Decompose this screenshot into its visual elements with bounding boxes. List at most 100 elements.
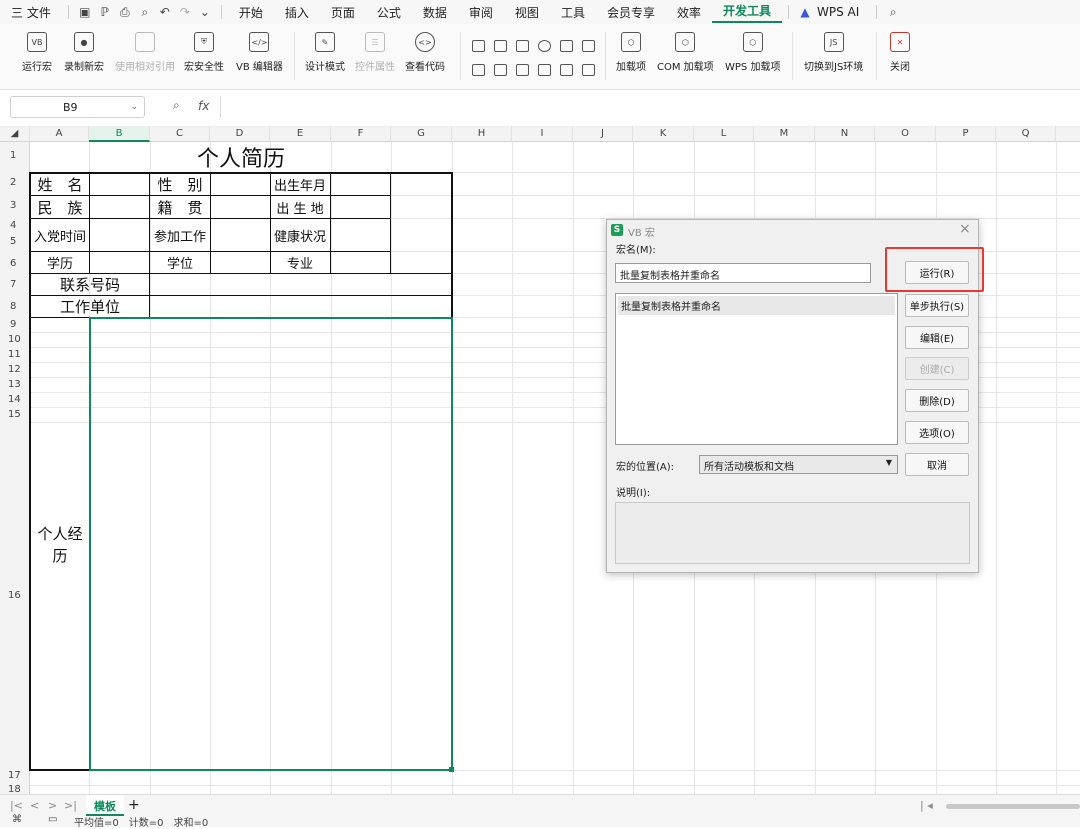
- row-header[interactable]: 17: [0, 770, 30, 781]
- column-header[interactable]: H: [452, 126, 512, 142]
- cell-degree[interactable]: 学位: [150, 252, 210, 273]
- location-select[interactable]: 所有活动模板和文档 ▼: [699, 455, 898, 474]
- cell-native[interactable]: 籍 贯: [150, 196, 210, 218]
- create-button[interactable]: 创建(C): [905, 357, 969, 380]
- row-header[interactable]: 13: [0, 379, 30, 390]
- row-header[interactable]: 2: [0, 177, 30, 188]
- options-button[interactable]: 选项(O): [905, 421, 969, 444]
- wps-addins-button[interactable]: ⬡ WPS 加载项: [725, 32, 780, 73]
- resume-title[interactable]: 个人简历: [30, 142, 452, 172]
- tab-tools[interactable]: 工具: [550, 4, 596, 21]
- view-icon[interactable]: ▭: [48, 814, 57, 825]
- chart-control-icon[interactable]: [560, 64, 573, 76]
- chevron-down-icon[interactable]: ⌄: [197, 5, 213, 19]
- tab-data[interactable]: 数据: [412, 4, 458, 21]
- chevron-down-icon[interactable]: ⌄: [130, 102, 138, 112]
- column-header[interactable]: F: [331, 126, 391, 142]
- first-sheet-icon[interactable]: |<: [10, 799, 23, 812]
- column-header[interactable]: B: [89, 126, 150, 142]
- list-control-icon[interactable]: [560, 40, 573, 52]
- tab-home[interactable]: 开始: [228, 4, 274, 21]
- undo-icon[interactable]: ↶: [157, 5, 173, 19]
- cell-edu[interactable]: 学历: [31, 252, 89, 273]
- name-box[interactable]: B9 ⌄: [10, 96, 145, 118]
- scroll-control-icon[interactable]: [516, 64, 529, 76]
- list-item[interactable]: 批量复制表格并重命名: [618, 296, 895, 315]
- cell-birthplace[interactable]: 出 生 地: [270, 196, 330, 218]
- text-control-icon[interactable]: [538, 64, 551, 76]
- select-all-corner[interactable]: ◢: [0, 126, 30, 142]
- print-preview-icon[interactable]: ⌕: [137, 5, 153, 20]
- cell-experience-label[interactable]: 个人经: [31, 522, 89, 544]
- prev-sheet-icon[interactable]: <: [30, 799, 39, 812]
- tab-review[interactable]: 审阅: [458, 4, 504, 21]
- tab-page[interactable]: 页面: [320, 4, 366, 21]
- selection-range[interactable]: [89, 317, 453, 771]
- button-control-icon[interactable]: [582, 64, 595, 76]
- horizontal-scrollbar[interactable]: [946, 804, 1080, 809]
- cell-work-start[interactable]: 参加工作: [150, 219, 210, 251]
- relative-ref-button[interactable]: 使用相对引用: [115, 32, 175, 73]
- column-header[interactable]: A: [30, 126, 89, 142]
- row-header[interactable]: 11: [0, 349, 30, 360]
- macro-list[interactable]: 批量复制表格并重命名: [615, 293, 898, 445]
- column-header[interactable]: N: [815, 126, 875, 142]
- row-header[interactable]: 10: [0, 334, 30, 345]
- column-header[interactable]: L: [694, 126, 754, 142]
- close-icon[interactable]: ×: [959, 221, 971, 237]
- close-ribbon-button[interactable]: ✕ 关闭: [890, 32, 910, 73]
- fx-icon[interactable]: fx: [198, 99, 209, 113]
- macro-name-input[interactable]: 批量复制表格并重命名: [615, 263, 871, 283]
- cell-birth[interactable]: 出生年月: [270, 173, 330, 195]
- cell-health[interactable]: 健康状况: [270, 219, 330, 251]
- combo-control-icon[interactable]: [516, 40, 529, 52]
- record-macro-button[interactable]: ● 录制新宏: [64, 32, 104, 73]
- column-header[interactable]: G: [391, 126, 452, 142]
- vb-editor-button[interactable]: </> VB 编辑器: [236, 32, 283, 73]
- control-props-button[interactable]: ☰ 控件属性: [355, 32, 395, 73]
- row-header[interactable]: 6: [0, 258, 30, 269]
- delete-button[interactable]: 删除(D): [905, 389, 969, 412]
- column-header[interactable]: P: [936, 126, 996, 142]
- tab-view[interactable]: 视图: [504, 4, 550, 21]
- row-header[interactable]: 16: [0, 590, 30, 601]
- zoom-icon[interactable]: ⌕: [173, 98, 180, 113]
- step-button[interactable]: 单步执行(S): [905, 294, 969, 317]
- column-header[interactable]: D: [210, 126, 270, 142]
- cell-major[interactable]: 专业: [270, 252, 330, 273]
- row-header[interactable]: 14: [0, 394, 30, 405]
- column-header[interactable]: E: [270, 126, 331, 142]
- com-addins-button[interactable]: ⬡ COM 加载项: [657, 32, 714, 73]
- file-menu[interactable]: 三 文件: [0, 4, 62, 21]
- tab-wps-ai[interactable]: WPS AI: [815, 5, 870, 19]
- addins-button[interactable]: ⬡ 加载项: [616, 32, 646, 73]
- fill-handle[interactable]: [449, 767, 454, 772]
- image-control-icon[interactable]: [472, 64, 485, 76]
- macro-security-button[interactable]: ⛨ 宏安全性: [184, 32, 224, 73]
- column-header[interactable]: J: [573, 126, 633, 142]
- column-header[interactable]: M: [754, 126, 815, 142]
- design-mode-button[interactable]: ✎ 设计模式: [305, 32, 345, 73]
- column-header[interactable]: I: [512, 126, 573, 142]
- row-header[interactable]: 3: [0, 200, 30, 211]
- column-header[interactable]: O: [875, 126, 936, 142]
- tab-member[interactable]: 会员专享: [596, 4, 666, 21]
- row-header[interactable]: 9: [0, 319, 30, 330]
- format-painter-icon[interactable]: ℙ: [97, 5, 113, 19]
- tab-developer[interactable]: 开发工具: [711, 2, 782, 23]
- print-icon[interactable]: ⎙: [117, 5, 133, 20]
- column-header[interactable]: Q: [996, 126, 1056, 142]
- tab-insert[interactable]: 插入: [274, 4, 320, 21]
- spin-control-icon[interactable]: [494, 64, 507, 76]
- view-code-button[interactable]: <> 查看代码: [405, 32, 445, 73]
- cell-name[interactable]: 姓 名: [31, 173, 89, 195]
- row-header[interactable]: 8: [0, 301, 30, 312]
- save-icon[interactable]: ▣: [77, 5, 93, 19]
- macro-status-icon[interactable]: ⌘: [12, 814, 22, 825]
- frame-control-icon[interactable]: [582, 40, 595, 52]
- row-header[interactable]: 12: [0, 364, 30, 375]
- formula-input[interactable]: [220, 96, 1080, 118]
- run-button[interactable]: 运行(R): [905, 261, 969, 284]
- tab-efficiency[interactable]: 效率: [666, 4, 712, 21]
- tab-formula[interactable]: 公式: [366, 4, 412, 21]
